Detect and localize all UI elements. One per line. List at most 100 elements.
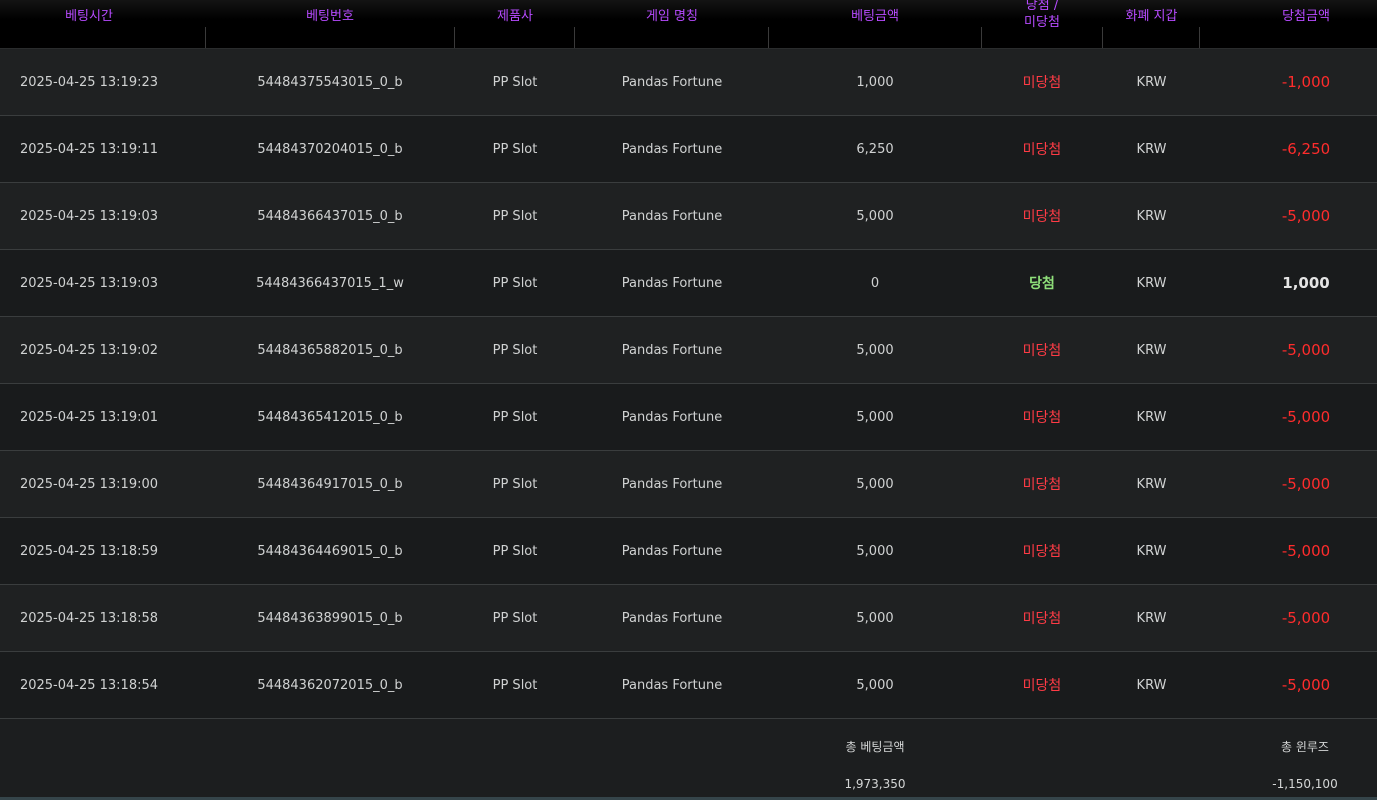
cell-bet-amount: 5,000 (856, 409, 894, 425)
header-bet-amount-label: 베팅금액 (851, 9, 899, 24)
cell-result: 미당첨 (1022, 343, 1062, 359)
cell-bet-time: 2025-04-25 13:18:54 (19, 677, 159, 693)
cell-result: 미당첨 (1022, 678, 1062, 694)
table-row[interactable]: 2025-04-25 13:19:01 54484365412015_0_b PP … (0, 384, 1377, 451)
header-currency[interactable]: 화폐 지갑 (1103, 0, 1200, 48)
cell-bet-amount: 5,000 (856, 208, 894, 224)
table-row[interactable]: 2025-04-25 13:19:03 54484366437015_0_b PP … (0, 183, 1377, 250)
cell-currency: KRW (1136, 409, 1167, 425)
cell-currency: KRW (1136, 476, 1167, 492)
cell-currency: KRW (1136, 74, 1167, 90)
cell-currency: KRW (1136, 275, 1167, 291)
cell-bet-time: 2025-04-25 13:19:00 (19, 476, 159, 492)
cell-provider: PP Slot (492, 677, 538, 693)
cell-result: 미당첨 (1022, 544, 1062, 560)
cell-game-name: Pandas Fortune (621, 208, 723, 224)
cell-bet-amount: 5,000 (856, 476, 894, 492)
cell-win-amount: 1,000 (1282, 274, 1330, 292)
cell-win-amount: -5,000 (1281, 609, 1331, 627)
cell-bet-time: 2025-04-25 13:18:58 (19, 610, 159, 626)
bet-history-page: 베팅시간 베팅번호 제품사 게임 명칭 베팅금액 당첨 / 미당첨 화폐 지갑 당… (0, 0, 1377, 800)
cell-bet-amount: 5,000 (856, 677, 894, 693)
cell-win-amount: -5,000 (1281, 475, 1331, 493)
table-row[interactable]: 2025-04-25 13:19:11 54484370204015_0_b PP … (0, 116, 1377, 183)
cell-currency: KRW (1136, 208, 1167, 224)
cell-bet-time: 2025-04-25 13:19:02 (19, 342, 159, 358)
cell-bet-amount: 0 (870, 275, 880, 291)
header-result-line2: 미당첨 (1024, 15, 1060, 30)
header-result-line1: 당첨 / (1025, 0, 1059, 13)
header-divider (768, 27, 769, 48)
cell-provider: PP Slot (492, 476, 538, 492)
header-win-amount-label: 당첨금액 (1282, 9, 1330, 24)
total-bet-label: 총 베팅금액 (845, 740, 905, 754)
total-bet-value: 1,973,350 (844, 777, 906, 791)
cell-bet-time: 2025-04-25 13:19:03 (19, 208, 159, 224)
table-row[interactable]: 2025-04-25 13:19:23 54484375543015_0_b PP … (0, 49, 1377, 116)
table-row[interactable]: 2025-04-25 13:18:59 54484364469015_0_b PP … (0, 518, 1377, 585)
table-row[interactable]: 2025-04-25 13:19:02 54484365882015_0_b PP … (0, 317, 1377, 384)
header-divider (1102, 27, 1103, 48)
cell-provider: PP Slot (492, 275, 538, 291)
cell-bet-number: 54484375543015_0_b (257, 74, 403, 90)
cell-provider: PP Slot (492, 208, 538, 224)
table-row[interactable]: 2025-04-25 13:19:03 54484366437015_1_w PP … (0, 250, 1377, 317)
cell-bet-time: 2025-04-25 13:19:03 (19, 275, 159, 291)
cell-bet-number: 54484362072015_0_b (257, 677, 403, 693)
header-win-amount[interactable]: 당첨금액 (1200, 0, 1377, 48)
cell-bet-number: 54484364469015_0_b (257, 543, 403, 559)
cell-currency: KRW (1136, 342, 1167, 358)
cell-currency: KRW (1136, 141, 1167, 157)
header-bet-amount[interactable]: 베팅금액 (769, 0, 981, 48)
cell-win-amount: -5,000 (1281, 207, 1331, 225)
header-provider-label: 제품사 (497, 9, 533, 24)
cell-game-name: Pandas Fortune (621, 74, 723, 90)
cell-bet-number: 54484366437015_0_b (257, 208, 403, 224)
table-header: 베팅시간 베팅번호 제품사 게임 명칭 베팅금액 당첨 / 미당첨 화폐 지갑 당… (0, 0, 1377, 49)
cell-provider: PP Slot (492, 342, 538, 358)
cell-game-name: Pandas Fortune (621, 409, 723, 425)
cell-bet-amount: 5,000 (856, 610, 894, 626)
header-result[interactable]: 당첨 / 미당첨 (981, 0, 1103, 48)
header-divider (205, 27, 206, 48)
cell-win-amount: -5,000 (1281, 676, 1331, 694)
cell-bet-number: 54484365412015_0_b (257, 409, 403, 425)
header-bet-time[interactable]: 베팅시간 (0, 0, 178, 48)
cell-game-name: Pandas Fortune (621, 141, 723, 157)
totals-footer: 총 베팅금액 1,973,350 총 윈루즈 -1,150,100 (0, 719, 1377, 800)
header-divider (981, 27, 982, 48)
cell-win-amount: -1,000 (1281, 73, 1331, 91)
cell-provider: PP Slot (492, 610, 538, 626)
cell-bet-number: 54484366437015_1_w (256, 275, 404, 291)
header-provider[interactable]: 제품사 (455, 0, 575, 48)
cell-bet-amount: 1,000 (856, 74, 894, 90)
header-game-name[interactable]: 게임 명칭 (575, 0, 769, 48)
cell-bet-amount: 5,000 (856, 543, 894, 559)
table-row[interactable]: 2025-04-25 13:19:00 54484364917015_0_b PP … (0, 451, 1377, 518)
cell-bet-number: 54484370204015_0_b (257, 141, 403, 157)
cell-bet-amount: 6,250 (856, 141, 894, 157)
cell-game-name: Pandas Fortune (621, 677, 723, 693)
cell-win-amount: -5,000 (1281, 341, 1331, 359)
cell-result: 당첨 (1029, 276, 1055, 292)
cell-result: 미당첨 (1022, 477, 1062, 493)
cell-provider: PP Slot (492, 543, 538, 559)
table-row[interactable]: 2025-04-25 13:18:58 54484363899015_0_b PP … (0, 585, 1377, 652)
cell-result: 미당첨 (1022, 410, 1062, 426)
cell-win-amount: -5,000 (1281, 542, 1331, 560)
cell-currency: KRW (1136, 610, 1167, 626)
cell-currency: KRW (1136, 677, 1167, 693)
cell-game-name: Pandas Fortune (621, 610, 723, 626)
cell-game-name: Pandas Fortune (621, 342, 723, 358)
header-bet-number[interactable]: 베팅번호 (205, 0, 455, 48)
cell-result: 미당첨 (1022, 142, 1062, 158)
cell-win-amount: -6,250 (1281, 140, 1331, 158)
cell-bet-number: 54484364917015_0_b (257, 476, 403, 492)
cell-win-amount: -5,000 (1281, 408, 1331, 426)
cell-bet-amount: 5,000 (856, 342, 894, 358)
cell-bet-number: 54484363899015_0_b (257, 610, 403, 626)
header-game-name-label: 게임 명칭 (646, 9, 698, 24)
cell-bet-number: 54484365882015_0_b (257, 342, 403, 358)
cell-provider: PP Slot (492, 409, 538, 425)
table-row[interactable]: 2025-04-25 13:18:54 54484362072015_0_b PP … (0, 652, 1377, 719)
